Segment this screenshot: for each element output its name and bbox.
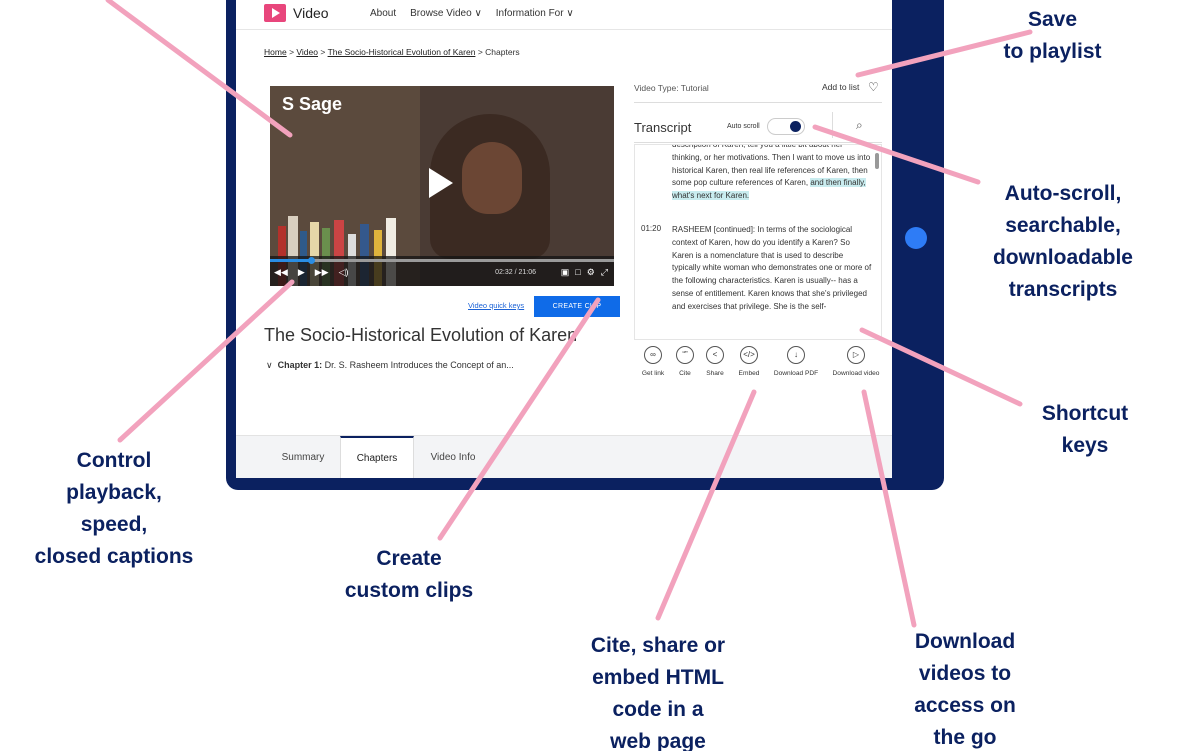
callout-line — [117, 279, 295, 443]
annotation-control-playback: Control playback, speed, closed captions — [34, 449, 194, 568]
annotation-download-videos: Download videos to access on the go — [914, 630, 1016, 749]
annotation-cite-share-embed: Cite, share or embed HTML code in a web pag… — [590, 634, 726, 751]
callout-line — [859, 327, 1023, 407]
annotation-create-clips: Create custom clips — [344, 547, 474, 602]
callout-line — [437, 297, 601, 541]
callout-line — [655, 389, 757, 621]
callout-line — [812, 124, 981, 185]
callout-line — [105, 0, 293, 138]
annotation-auto-scroll: Auto-scroll, searchable, downloadable trans… — [992, 182, 1133, 301]
callout-line — [861, 389, 917, 628]
annotation-save-to-playlist: Save to playlist — [1003, 8, 1102, 63]
annotation-shortcut-keys: Shortcut keys — [1041, 402, 1129, 457]
